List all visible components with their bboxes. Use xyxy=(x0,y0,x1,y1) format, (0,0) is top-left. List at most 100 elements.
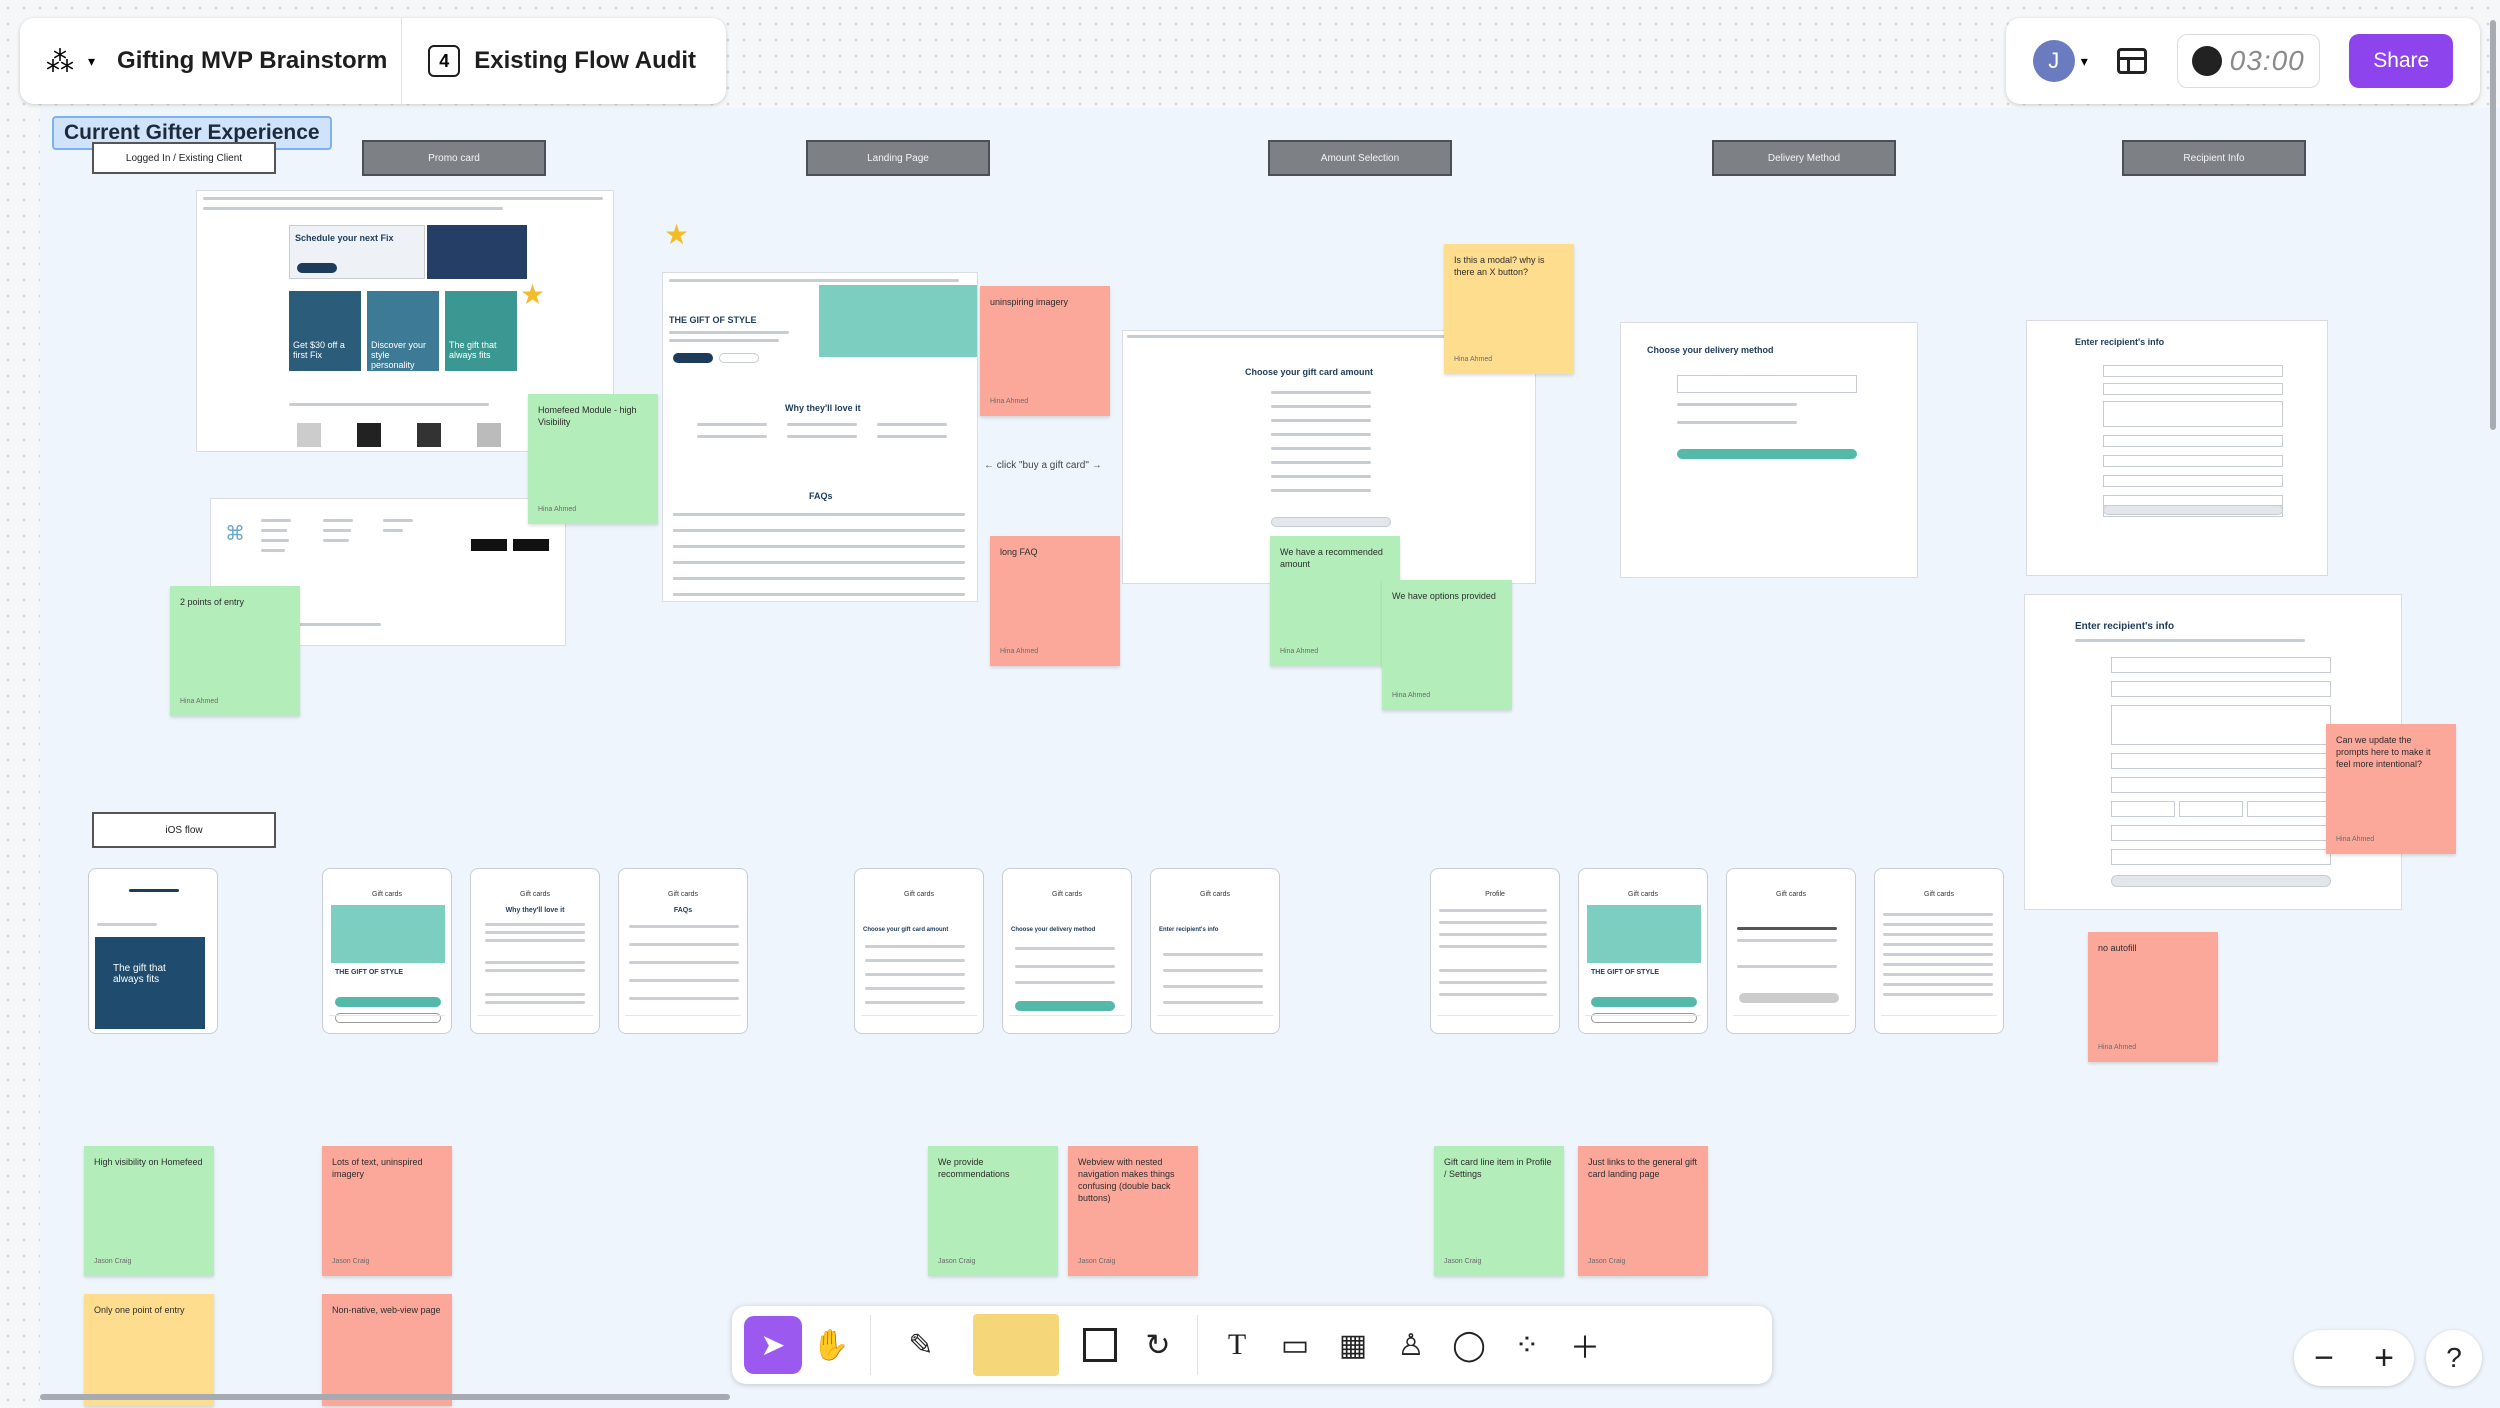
sticky-note[interactable]: Webview with nested navigation makes thi… xyxy=(1068,1146,1198,1276)
sticky-author: Hina Ahmed xyxy=(2336,835,2375,843)
ios-screen-recipient[interactable]: Gift cards Enter recipient's info xyxy=(1150,868,1280,1034)
pen-icon[interactable]: ✎ xyxy=(881,1316,961,1374)
sticky-author: Hina Ahmed xyxy=(1392,691,1431,699)
share-button[interactable]: Share xyxy=(2349,34,2454,88)
landing-gift-title: THE GIFT OF STYLE xyxy=(669,315,757,325)
ios-gift-of-style: THE GIFT OF STYLE xyxy=(335,969,404,976)
sticky-note[interactable]: Non-native, web-view page xyxy=(322,1294,452,1406)
landing-why-love: Why they'll love it xyxy=(785,403,861,413)
label-logged-in[interactable]: Logged In / Existing Client xyxy=(92,142,276,174)
sticky-note[interactable]: 2 points of entry Hina Ahmed xyxy=(170,586,300,716)
timer[interactable]: 03:00 xyxy=(2176,34,2320,88)
screenshot-recipient-info-1[interactable]: Enter recipient's info xyxy=(2026,320,2328,576)
connector-icon[interactable]: ↻ xyxy=(1129,1316,1187,1374)
homepage-hero-title: Schedule your next Fix xyxy=(295,233,394,243)
ios-why-love: Why they'll love it xyxy=(505,907,565,914)
sticky-note[interactable]: Lots of text, uninspired imagery Jason C… xyxy=(322,1146,452,1276)
ios-screen-delivery[interactable]: Gift cards Choose your delivery method xyxy=(1002,868,1132,1034)
sticky-note[interactable]: no autofill Hina Ahmed xyxy=(2088,932,2218,1062)
sticky-text: uninspiring imagery xyxy=(990,297,1069,307)
sticky-note[interactable]: Just links to the general gift card land… xyxy=(1578,1146,1708,1276)
sticky-author: Hina Ahmed xyxy=(1280,647,1319,655)
file-name[interactable]: Gifting MVP Brainstorm xyxy=(117,47,387,75)
label-ios-flow[interactable]: iOS flow xyxy=(92,812,276,848)
sticky-note[interactable]: Only one point of entry xyxy=(84,1294,214,1406)
sticky-author: Jason Craig xyxy=(332,1257,370,1265)
ios-screen-why-love[interactable]: Gift cards Why they'll love it xyxy=(470,868,600,1034)
sticky-note[interactable]: Homefeed Module - high Visibility Hina A… xyxy=(528,394,658,524)
ios-screen-terms[interactable]: Gift cards xyxy=(1874,868,2004,1034)
zoom-in-icon[interactable]: + xyxy=(2374,1339,2394,1378)
ios-screen-homefeed[interactable]: The gift that always fits xyxy=(88,868,218,1034)
ios-title-gift-cards-7: Gift cards xyxy=(1628,891,1658,898)
sticky-note[interactable]: long FAQ Hina Ahmed xyxy=(990,536,1120,666)
layout-panel-icon[interactable] xyxy=(2117,48,2148,74)
ios-title-gift-cards-2: Gift cards xyxy=(520,891,550,898)
sticky-text: Lots of text, uninspired imagery xyxy=(332,1157,423,1180)
help-icon[interactable]: ? xyxy=(2426,1330,2482,1386)
label-delivery-method[interactable]: Delivery Method xyxy=(1712,140,1896,176)
promo-3-text: The gift that always fits xyxy=(449,340,497,360)
ios-title-gift-cards: Gift cards xyxy=(372,891,402,898)
sticky-text: long FAQ xyxy=(1000,547,1038,557)
ios-gift-of-style-2: THE GIFT OF STYLE xyxy=(1591,969,1660,976)
section-icon[interactable]: ▭ xyxy=(1266,1316,1324,1374)
sticky-note-icon[interactable] xyxy=(961,1314,1071,1376)
label-promo-card[interactable]: Promo card xyxy=(362,140,546,176)
ios-screen-gift-landing-2[interactable]: Gift cards THE GIFT OF STYLE xyxy=(1578,868,1708,1034)
label-amount-selection[interactable]: Amount Selection xyxy=(1268,140,1452,176)
add-icon[interactable]: ＋ xyxy=(1556,1316,1614,1374)
main-menu-button[interactable]: ⁂ ▾ Gifting MVP Brainstorm xyxy=(20,18,401,104)
sticky-note[interactable]: We provide recommendations Jason Craig xyxy=(928,1146,1058,1276)
sticky-author: Jason Craig xyxy=(1444,1257,1482,1265)
ios-choose-delivery: Choose your delivery method xyxy=(1011,927,1096,933)
sticky-note[interactable]: Is this a modal? why is there an X butto… xyxy=(1444,244,1574,374)
sticky-note[interactable]: We have options provided Hina Ahmed xyxy=(1382,580,1512,710)
cursor-icon[interactable]: ➤ xyxy=(744,1316,802,1374)
sticky-text: no autofill xyxy=(2098,943,2137,953)
horizontal-scrollbar[interactable] xyxy=(40,1394,730,1400)
sticky-text: Just links to the general gift card land… xyxy=(1588,1157,1698,1180)
shape-icon[interactable] xyxy=(1071,1316,1129,1374)
sticky-note[interactable]: Gift card line item in Profile / Setting… xyxy=(1434,1146,1564,1276)
user-menu[interactable]: J ▾ xyxy=(2032,40,2088,82)
stamp-icon[interactable]: ♙ xyxy=(1382,1316,1440,1374)
stitchfix-logo-icon: ⌘ xyxy=(225,523,245,545)
sticky-note[interactable]: Can we update the prompts here to make i… xyxy=(2326,724,2456,854)
sticky-note[interactable]: We have a recommended amount Hina Ahmed xyxy=(1270,536,1400,666)
comment-icon[interactable]: ◯ xyxy=(1440,1316,1498,1374)
ios-title-gift-cards-6: Gift cards xyxy=(1200,891,1230,898)
chevron-down-icon: ▾ xyxy=(88,52,96,69)
recipient-title-2: Enter recipient's info xyxy=(2075,621,2175,632)
sticky-text: Non-native, web-view page xyxy=(332,1305,441,1315)
zoom-out-icon[interactable]: − xyxy=(2314,1339,2334,1378)
sticky-author: Hina Ahmed xyxy=(1454,355,1493,363)
ios-screen-gift-landing[interactable]: Gift cards THE GIFT OF STYLE xyxy=(322,868,452,1034)
avatar: J xyxy=(2032,40,2075,82)
screenshot-delivery-method[interactable]: Choose your delivery method xyxy=(1620,322,1918,578)
ios-screen-amount[interactable]: Gift cards Choose your gift card amount xyxy=(854,868,984,1034)
landing-faqs: FAQs xyxy=(809,491,833,501)
ios-title-gift-cards-4: Gift cards xyxy=(904,891,934,898)
chevron-down-icon: ▾ xyxy=(2080,52,2088,69)
label-landing-page[interactable]: Landing Page xyxy=(806,140,990,176)
ios-screen-redeem[interactable]: Gift cards xyxy=(1726,868,1856,1034)
table-icon[interactable]: ▦ xyxy=(1324,1316,1382,1374)
hand-icon[interactable]: ✋ xyxy=(802,1316,860,1374)
sticky-note[interactable]: High visibility on Homefeed Jason Craig xyxy=(84,1146,214,1276)
ios-screen-faqs[interactable]: Gift cards FAQs xyxy=(618,868,748,1034)
creation-toolbar: ➤ ✋ ✎ ↻ T ▭ ▦ ♙ ◯ ⁘ ＋ xyxy=(732,1306,1772,1384)
ios-choose-amount: Choose your gift card amount xyxy=(863,927,949,933)
page-number: 4 xyxy=(428,45,461,77)
sticky-note[interactable]: uninspiring imagery Hina Ahmed xyxy=(980,286,1110,416)
ios-title-gift-cards-8: Gift cards xyxy=(1776,891,1806,898)
ios-enter-recipient: Enter recipient's info xyxy=(1159,927,1219,933)
vertical-scrollbar[interactable] xyxy=(2490,20,2496,430)
text-icon[interactable]: T xyxy=(1208,1316,1266,1374)
ios-screen-profile[interactable]: Profile xyxy=(1430,868,1560,1034)
page-selector[interactable]: 4 Existing Flow Audit xyxy=(402,18,722,104)
sticky-text: We have a recommended amount xyxy=(1280,547,1383,570)
label-recipient-info[interactable]: Recipient Info xyxy=(2122,140,2306,176)
widgets-icon[interactable]: ⁘ xyxy=(1498,1316,1556,1374)
screenshot-landing-page[interactable]: THE GIFT OF STYLE Why they'll love it FA… xyxy=(662,272,978,602)
